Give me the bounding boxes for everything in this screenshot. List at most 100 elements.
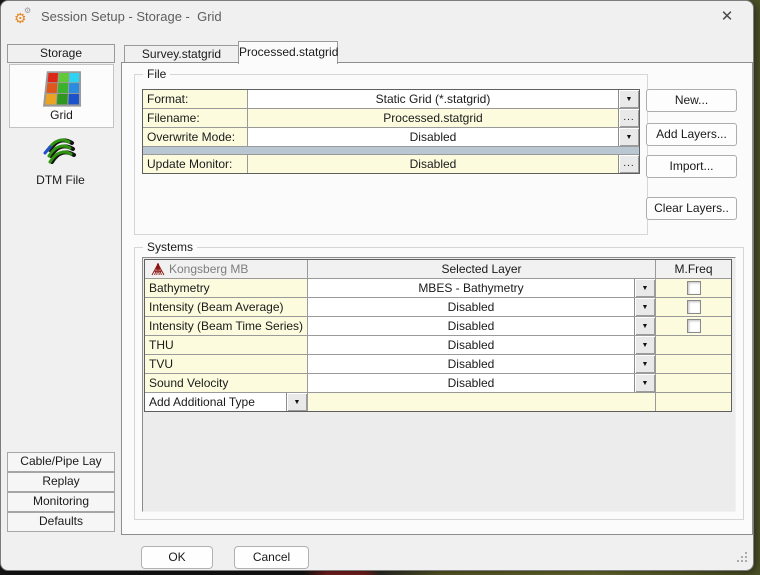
intensity-beam-average-mfreq-checkbox[interactable] xyxy=(687,300,701,314)
selected-layer-column-header: Selected Layer xyxy=(308,260,656,278)
table-row-filename: Filename: Processed.statgrid ... xyxy=(143,109,639,128)
sound-velocity-mfreq-cell xyxy=(656,374,731,392)
window-title: Session Setup - Storage - Grid xyxy=(41,9,222,24)
overwrite-mode-dropdown-button[interactable]: ▼ xyxy=(618,128,639,146)
intensity-beam-average-layer-value[interactable]: Disabled xyxy=(308,298,634,316)
chevron-down-icon: ▼ xyxy=(642,285,649,292)
clear-layers-button[interactable]: Clear Layers.. xyxy=(646,197,737,220)
table-row-intensity-beam-time-series: Intensity (Beam Time Series) Disabled ▼ xyxy=(145,317,731,336)
overwrite-mode-value[interactable]: Disabled xyxy=(248,128,618,146)
table-row-format: Format: Static Grid (*.statgrid) ▼ xyxy=(143,90,639,109)
table-row-intensity-beam-average: Intensity (Beam Average) Disabled ▼ xyxy=(145,298,731,317)
import-button[interactable]: Import... xyxy=(646,155,737,178)
system-column-label: Kongsberg MB xyxy=(169,260,248,278)
system-column-header: Kongsberg MB xyxy=(145,260,308,278)
intensity-beam-average-label: Intensity (Beam Average) xyxy=(145,298,308,316)
thu-layer-value[interactable]: Disabled xyxy=(308,336,634,354)
new-button[interactable]: New... xyxy=(646,89,737,112)
grid-icon xyxy=(43,71,81,106)
format-value[interactable]: Static Grid (*.statgrid) xyxy=(248,90,618,108)
update-monitor-label: Update Monitor: xyxy=(143,155,248,173)
bathymetry-layer-value[interactable]: MBES - Bathymetry xyxy=(308,279,634,297)
sidebar-item-label: Grid xyxy=(10,108,113,122)
systems-table-container: Kongsberg MB Selected Layer M.Freq Bathy… xyxy=(142,257,736,512)
intensity-beam-time-series-label: Intensity (Beam Time Series) xyxy=(145,317,308,335)
tvu-label: TVU xyxy=(145,355,308,373)
add-additional-type-empty-mfreq xyxy=(656,393,731,411)
sidebar-item-grid[interactable]: Grid xyxy=(9,64,114,128)
intensity-beam-average-dropdown-button[interactable]: ▼ xyxy=(634,298,655,316)
mfreq-column-header: M.Freq xyxy=(656,260,731,278)
chevron-down-icon: ▼ xyxy=(642,342,649,349)
file-group-title: File xyxy=(143,67,170,81)
multibeam-sonar-icon xyxy=(151,263,165,276)
table-row-bathymetry: Bathymetry MBES - Bathymetry ▼ xyxy=(145,279,731,298)
gears-icon: ⚙ ⚙ xyxy=(14,7,34,27)
sidebar-nav-monitoring[interactable]: Monitoring xyxy=(7,492,115,512)
sidebar-nav-replay[interactable]: Replay xyxy=(7,472,115,492)
bathymetry-mfreq-checkbox[interactable] xyxy=(687,281,701,295)
thu-label: THU xyxy=(145,336,308,354)
tab-survey-statgrid[interactable]: Survey.statgrid (Main) xyxy=(124,45,239,63)
thu-dropdown-button[interactable]: ▼ xyxy=(634,336,655,354)
table-row-tvu: TVU Disabled ▼ xyxy=(145,355,731,374)
tvu-mfreq-cell xyxy=(656,355,731,373)
intensity-beam-time-series-mfreq-checkbox[interactable] xyxy=(687,319,701,333)
session-setup-dialog: ⚙ ⚙ Session Setup - Storage - Grid ✕ Sto… xyxy=(0,0,754,571)
file-groupbox: File Format: Static Grid (*.statgrid) ▼ … xyxy=(134,74,648,235)
close-icon[interactable]: ✕ xyxy=(717,7,737,27)
title-bar[interactable]: ⚙ ⚙ Session Setup - Storage - Grid ✕ xyxy=(1,1,753,33)
tvu-dropdown-button[interactable]: ▼ xyxy=(634,355,655,373)
bathymetry-dropdown-button[interactable]: ▼ xyxy=(634,279,655,297)
add-additional-type-dropdown-button[interactable]: ▼ xyxy=(286,393,307,411)
sound-velocity-layer-value[interactable]: Disabled xyxy=(308,374,634,392)
bathymetry-label: Bathymetry xyxy=(145,279,308,297)
systems-groupbox: Systems xyxy=(134,247,744,520)
chevron-down-icon: ▼ xyxy=(642,304,649,311)
tab-processed-statgrid[interactable]: Processed.statgrid xyxy=(238,41,338,64)
systems-group-title: Systems xyxy=(143,240,197,254)
chevron-down-icon: ▼ xyxy=(642,361,649,368)
update-monitor-browse-button[interactable]: ... xyxy=(618,155,639,173)
cancel-button[interactable]: Cancel xyxy=(234,546,309,569)
add-additional-type-label: Add Additional Type xyxy=(149,393,286,411)
ok-button[interactable]: OK xyxy=(141,546,213,569)
table-row-update-monitor: Update Monitor: Disabled ... xyxy=(143,155,639,173)
chevron-down-icon: ▼ xyxy=(626,134,633,141)
format-dropdown-button[interactable]: ▼ xyxy=(618,90,639,108)
file-table: Format: Static Grid (*.statgrid) ▼ Filen… xyxy=(142,89,640,174)
dtm-contours-icon xyxy=(42,134,78,168)
sound-velocity-label: Sound Velocity xyxy=(145,374,308,392)
sidebar-nav-defaults[interactable]: Defaults xyxy=(7,512,115,532)
row-separator xyxy=(143,147,639,155)
format-label: Format: xyxy=(143,90,248,108)
table-row-add-additional-type: Add Additional Type ▼ xyxy=(145,393,731,411)
chevron-down-icon: ▼ xyxy=(626,96,633,103)
chevron-down-icon: ▼ xyxy=(294,399,301,406)
thu-mfreq-cell xyxy=(656,336,731,354)
table-row-overwrite-mode: Overwrite Mode: Disabled ▼ xyxy=(143,128,639,147)
add-additional-type-dropdown[interactable]: Add Additional Type ▼ xyxy=(145,393,308,411)
intensity-beam-time-series-dropdown-button[interactable]: ▼ xyxy=(634,317,655,335)
chevron-down-icon: ▼ xyxy=(642,323,649,330)
sidebar-header-storage: Storage xyxy=(7,44,115,63)
systems-table: Kongsberg MB Selected Layer M.Freq Bathy… xyxy=(144,259,732,412)
systems-header-row: Kongsberg MB Selected Layer M.Freq xyxy=(145,260,731,279)
tvu-layer-value[interactable]: Disabled xyxy=(308,355,634,373)
ellipsis-icon: ... xyxy=(623,115,634,121)
sidebar-item-dtm-file[interactable]: DTM File xyxy=(9,130,112,192)
filename-browse-button[interactable]: ... xyxy=(618,109,639,127)
table-row-thu: THU Disabled ▼ xyxy=(145,336,731,355)
table-row-sound-velocity: Sound Velocity Disabled ▼ xyxy=(145,374,731,393)
ellipsis-icon: ... xyxy=(623,161,634,167)
sidebar-item-label: DTM File xyxy=(9,173,112,187)
resize-grip[interactable] xyxy=(737,560,739,562)
chevron-down-icon: ▼ xyxy=(642,380,649,387)
update-monitor-value[interactable]: Disabled xyxy=(248,155,618,173)
filename-value[interactable]: Processed.statgrid xyxy=(248,109,618,127)
add-layers-button[interactable]: Add Layers... xyxy=(646,123,737,146)
sound-velocity-dropdown-button[interactable]: ▼ xyxy=(634,374,655,392)
intensity-beam-time-series-layer-value[interactable]: Disabled xyxy=(308,317,634,335)
filename-label: Filename: xyxy=(143,109,248,127)
sidebar-nav-cable-pipe-lay[interactable]: Cable/Pipe Lay xyxy=(7,452,115,472)
